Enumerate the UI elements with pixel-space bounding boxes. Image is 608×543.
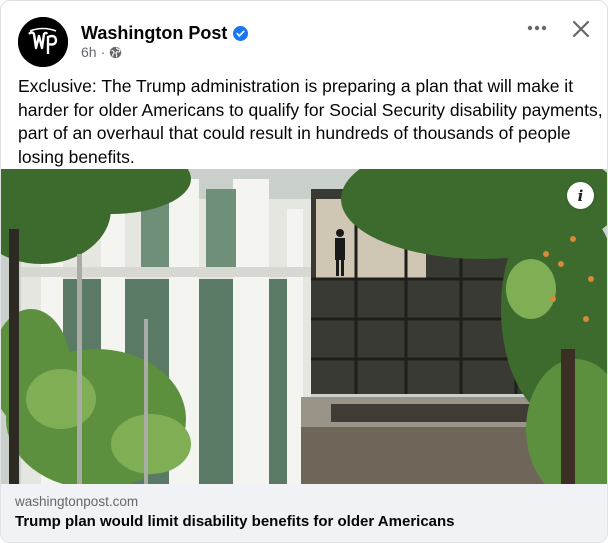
post-text: Exclusive: The Trump administration is p… (18, 76, 603, 167)
globe-icon (110, 46, 122, 58)
post-card: Washington Post 6h · Exclusive: The Trum… (0, 0, 608, 543)
wp-logo-icon (18, 17, 68, 67)
link-domain: washingtonpost.com (15, 494, 139, 509)
info-button[interactable]: i (567, 182, 594, 209)
verified-badge-icon (233, 26, 249, 41)
page-name-label[interactable]: Washington Post (81, 23, 227, 44)
more-options-button[interactable] (523, 15, 551, 41)
link-preview-footer[interactable]: washingtonpost.com Trump plan would limi… (1, 484, 607, 542)
link-headline[interactable]: Trump plan would limit disability benefi… (15, 513, 455, 530)
page-name[interactable]: Washington Post (81, 23, 249, 44)
close-icon (572, 20, 590, 38)
info-icon: i (577, 186, 584, 205)
building-photo (1, 169, 607, 484)
post-meta: 6h · (81, 44, 122, 60)
avatar[interactable] (18, 17, 68, 67)
more-options-icon (527, 25, 547, 31)
link-preview-image[interactable] (1, 169, 607, 484)
close-button[interactable] (567, 15, 595, 43)
post-header: Washington Post 6h · (1, 1, 607, 73)
meta-separator: · (100, 44, 106, 60)
post-time[interactable]: 6h (81, 44, 97, 60)
